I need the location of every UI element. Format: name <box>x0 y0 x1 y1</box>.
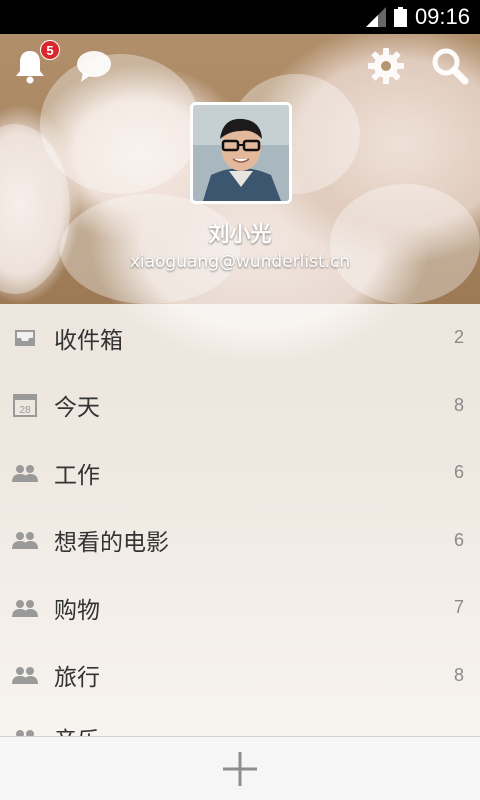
signal-icon <box>365 7 386 27</box>
shared-users-icon <box>12 664 38 686</box>
calendar-icon: 28 <box>12 394 38 418</box>
list-item-count: 2 <box>453 327 464 348</box>
list-item-count: 6 <box>453 462 464 483</box>
search-icon <box>432 48 469 85</box>
list-item-travel[interactable]: 旅行 8 <box>0 642 480 710</box>
notification-badge: 5 <box>40 40 60 60</box>
profile-email: xiaoguang@wunderlist.cn <box>129 252 351 272</box>
settings-button[interactable] <box>364 44 408 88</box>
list-item-shopping[interactable]: 购物 7 <box>0 574 480 642</box>
inbox-icon <box>12 327 38 349</box>
list-item-label: 工作 <box>54 462 100 489</box>
chat-icon <box>77 51 111 82</box>
list-item-count: 6 <box>453 529 464 550</box>
bottom-bar <box>0 736 480 800</box>
list-item-count: 8 <box>453 664 464 685</box>
list-item-label: 今天 <box>54 395 100 422</box>
list-item-label: 收件箱 <box>54 327 123 354</box>
list-item-count: 7 <box>453 597 464 618</box>
profile-name: 刘小光 <box>208 222 272 246</box>
avatar[interactable] <box>190 102 292 204</box>
list-item-work[interactable]: 工作 6 <box>0 439 480 507</box>
battery-icon <box>393 7 407 27</box>
plus-icon <box>223 751 257 786</box>
list-item-count: 8 <box>453 394 464 415</box>
shared-users-icon <box>12 597 38 619</box>
shared-users-icon <box>12 529 38 551</box>
add-list-button[interactable] <box>210 744 270 794</box>
chat-button[interactable] <box>72 44 116 88</box>
list-item-label: 旅行 <box>54 665 100 692</box>
avatar-portrait <box>193 105 289 201</box>
list-item-today[interactable]: 28 今天 8 <box>0 372 480 440</box>
gear-icon <box>368 48 404 84</box>
list-item-label: 想看的电影 <box>54 530 169 557</box>
list-menu: 收件箱 2 28 今天 8 工作 6 想看的电影 6 购物 7 旅行 8 <box>0 304 480 739</box>
list-item-movies[interactable]: 想看的电影 6 <box>0 507 480 575</box>
status-bar: 09:16 <box>0 0 480 34</box>
list-item-inbox[interactable]: 收件箱 2 <box>0 304 480 372</box>
shared-users-icon <box>12 462 38 484</box>
status-time: 09:16 <box>414 4 470 29</box>
calendar-day: 28 <box>19 405 31 416</box>
list-item-label: 购物 <box>54 597 100 624</box>
list-item-music[interactable]: 音乐 <box>0 709 480 739</box>
search-button[interactable] <box>428 44 472 88</box>
